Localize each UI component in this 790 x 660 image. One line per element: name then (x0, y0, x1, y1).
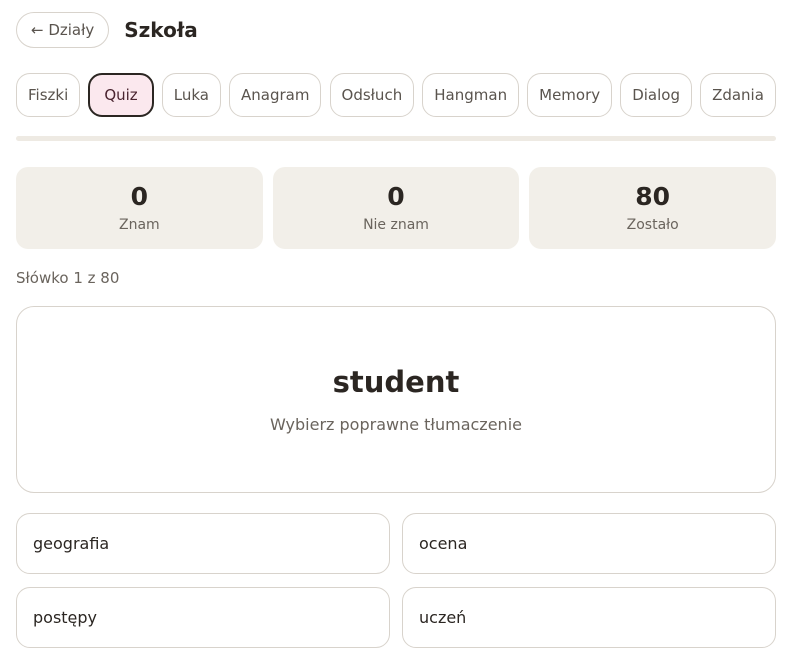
quiz-word: student (332, 365, 460, 399)
quiz-instruction: Wybierz poprawne tłumaczenie (270, 415, 522, 434)
back-button[interactable]: ← Działy (16, 12, 110, 48)
tab-dialog[interactable]: Dialog (620, 73, 692, 117)
tab-quiz[interactable]: Quiz (88, 73, 154, 117)
answer-option[interactable]: postępy (16, 587, 390, 648)
answer-option[interactable]: geografia (16, 513, 390, 574)
page-title: Szkoła (124, 18, 198, 42)
tab-hangman[interactable]: Hangman (422, 73, 520, 117)
stat-known-value: 0 (130, 182, 149, 212)
stat-unknown-value: 0 (387, 182, 405, 212)
tab-fiszki[interactable]: Fiszki (16, 73, 81, 117)
stat-remaining: 80 Zostało (529, 167, 777, 249)
stat-remaining-label: Zostało (626, 216, 679, 233)
answer-option[interactable]: uczeń (402, 587, 776, 648)
stats-row: 0 Znam 0 Nie znam 80 Zostało (16, 167, 777, 249)
stat-unknown-label: Nie znam (363, 216, 429, 233)
tab-anagram[interactable]: Anagram (229, 73, 322, 117)
stat-known: 0 Znam (16, 167, 263, 249)
answer-option[interactable]: ocena (402, 513, 776, 574)
header: ← Działy Szkoła (16, 12, 198, 48)
mode-tabs: Fiszki Quiz Luka Anagram Odsłuch Hangman… (16, 73, 776, 117)
stat-known-label: Znam (118, 216, 160, 233)
word-card: student Wybierz poprawne tłumaczenie (16, 306, 776, 493)
tab-luka[interactable]: Luka (161, 73, 221, 117)
tab-zdania[interactable]: Zdania (700, 73, 776, 117)
tab-memory[interactable]: Memory (527, 73, 613, 117)
answer-options: geografia ocena postępy uczeń (16, 513, 776, 648)
word-counter: Słówko 1 z 80 (16, 269, 120, 287)
progress-bar (16, 136, 776, 141)
stat-remaining-value: 80 (635, 182, 671, 212)
tab-odsluch[interactable]: Odsłuch (329, 73, 415, 117)
stat-unknown: 0 Nie znam (272, 167, 520, 249)
